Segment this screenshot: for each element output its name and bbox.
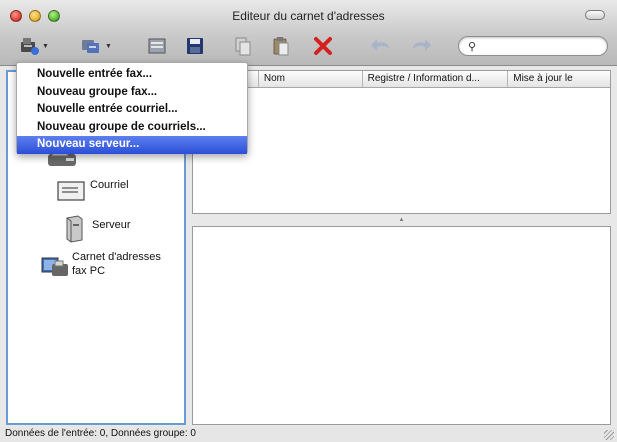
undo-button[interactable] [368, 34, 394, 58]
delete-button[interactable] [312, 34, 334, 58]
window-title: Editeur du carnet d'adresses [232, 9, 385, 23]
category-pc-fax-label-line2: fax PC [72, 265, 106, 277]
undo-icon [371, 39, 389, 51]
save-button[interactable] [184, 34, 206, 58]
chevron-down-icon: ▼ [105, 42, 112, 50]
search-field[interactable]: ⚲ [458, 36, 608, 56]
paste-icon [273, 37, 289, 56]
menu-item-new-fax-entry[interactable]: Nouvelle entrée fax... [17, 66, 247, 84]
pc-fax-icon [41, 257, 68, 276]
properties-icon [148, 38, 166, 54]
category-serveur[interactable]: Serveur [62, 214, 131, 244]
new-group-button[interactable]: ▼ [79, 34, 112, 58]
column-header-mise-a-jour[interactable]: Mise à jour le [508, 71, 610, 87]
new-entry-button[interactable]: ▼ [18, 34, 49, 58]
email-icon [57, 181, 85, 201]
save-icon [187, 38, 203, 54]
column-header-nom[interactable]: Nom [259, 71, 363, 87]
category-pc-fax-address-book[interactable]: Carnet d'adresses fax PC [40, 251, 161, 280]
new-group-icon [82, 40, 99, 53]
search-icon: ⚲ [468, 41, 477, 53]
split-view-divider[interactable]: ▲ [192, 216, 611, 224]
new-item-menu: Nouvelle entrée fax... Nouveau groupe fa… [16, 62, 248, 154]
address-book-window: Editeur du carnet d'adresses ▼ ▼ ⚲ Courr… [0, 0, 617, 442]
category-courriel-label: Courriel [90, 179, 129, 191]
status-bar: Données de l'entrée: 0, Données groupe: … [0, 427, 617, 442]
category-serveur-label: Serveur [92, 219, 131, 231]
redo-icon [413, 39, 431, 51]
chevron-down-icon: ▼ [42, 42, 49, 50]
server-icon [66, 215, 83, 243]
paste-button[interactable] [270, 34, 292, 58]
title-toolbar: Editeur du carnet d'adresses ▼ ▼ ⚲ [0, 0, 617, 66]
table-header: Nom Registre / Information d... Mise à j… [193, 71, 610, 88]
status-text: Données de l'entrée: 0, Données groupe: … [5, 428, 196, 439]
column-header-registre[interactable]: Registre / Information d... [363, 71, 509, 87]
redo-button[interactable] [408, 34, 434, 58]
entries-list[interactable]: Nom Registre / Information d... Mise à j… [192, 70, 611, 214]
menu-item-new-server[interactable]: Nouveau serveur... [17, 136, 247, 154]
category-pc-fax-label-line1: Carnet d'adresses [72, 251, 161, 263]
menu-item-new-fax-group[interactable]: Nouveau groupe fax... [17, 84, 247, 102]
details-pane[interactable] [192, 226, 611, 425]
properties-button[interactable] [146, 34, 168, 58]
category-courriel[interactable]: Courriel [54, 178, 129, 202]
toolbar-toggle-button[interactable] [585, 10, 605, 20]
copy-button[interactable] [232, 34, 254, 58]
copy-icon [235, 37, 251, 56]
menu-item-new-email-entry[interactable]: Nouvelle entrée courriel... [17, 101, 247, 119]
new-entry-icon [21, 38, 39, 55]
splitter-grip-icon: ▲ [398, 217, 405, 223]
menu-item-new-email-group[interactable]: Nouveau groupe de courriels... [17, 119, 247, 137]
delete-icon [314, 37, 332, 55]
resize-grip-icon[interactable] [604, 430, 614, 440]
